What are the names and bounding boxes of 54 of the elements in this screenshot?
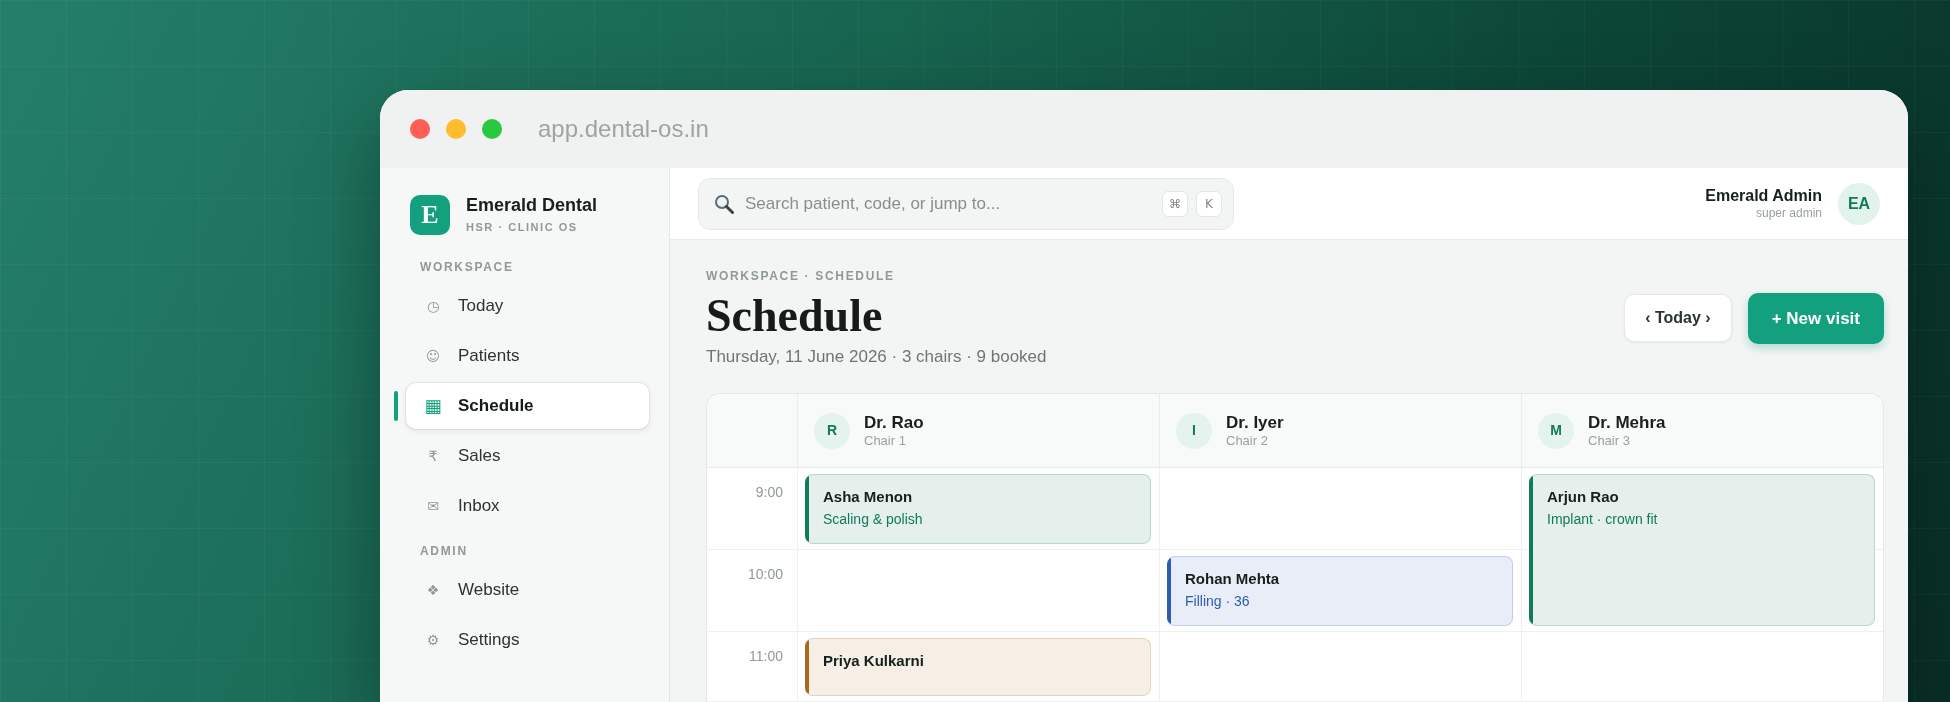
smiley-icon: ☺ [425,349,441,363]
clock-icon: ◷ [426,299,440,313]
doctor-name: Dr. Mehra [1588,411,1666,433]
procedure-label: Implant · crown fit [1547,510,1658,529]
patient-name: Rohan Mehta [1185,568,1280,589]
nav-item[interactable]: ▦ Schedule [406,383,649,429]
procedure-label: Scaling & polish [823,510,923,529]
time-label: 10:00 [747,565,783,582]
patient-name: Priya Kulkarni [823,650,924,671]
appointment-card[interactable]: Arjun Rao Implant · crown fit [1529,473,1875,626]
diamonds-icon: ❖ [426,583,440,597]
patient-name: Asha Menon [823,486,914,507]
user-name: Emerald Admin [1705,185,1822,206]
time-label: 11:00 [749,647,783,664]
user-role: super admin [1754,205,1822,222]
section-heading: WORKSPACE [420,259,515,275]
nav-item[interactable]: ◷ Today [406,283,649,329]
nav-item[interactable]: ☺ Patients [406,333,649,379]
patient-name: Arjun Rao [1547,486,1620,507]
section-heading: ADMIN [420,543,469,559]
procedure-label: Filling · 36 [1185,592,1251,611]
nav-item[interactable]: ⚙ Settings [406,617,649,663]
user-avatar[interactable]: EA [1838,182,1880,225]
shortcut-key: K [1196,190,1222,217]
chair-label: Chair 3 [1588,432,1631,450]
settings-icon: ⚙ [426,633,440,647]
nav-item[interactable]: ✉ Inbox [406,483,649,529]
chair-label: Chair 1 [864,432,907,450]
brand-logo: E [410,194,450,235]
minimize-button[interactable] [446,119,466,139]
empty-slot[interactable] [1521,631,1883,702]
maximize-button[interactable] [482,119,502,139]
appointment-card[interactable]: Priya Kulkarni [805,637,1151,696]
breadcrumb-text: WORKSPACE · SCHEDULE [706,268,896,284]
close-button[interactable] [410,119,430,139]
brand-tagline: HSR · CLINIC OS [466,219,579,235]
appointment-card[interactable]: Asha Menon Scaling & polish [805,473,1151,544]
shortcut-key: ⌘ [1162,190,1188,217]
appointment-card[interactable]: Rohan Mehta Filling · 36 [1167,555,1513,626]
active-indicator [394,391,398,421]
page-title: Schedule [706,290,884,343]
doctor-name: Dr. Iyer [1226,411,1284,433]
brand-name: Emerald Dental [466,194,598,217]
date-navigation-button[interactable]: ‹ Today › [1624,294,1732,343]
rupee-icon: ₹ [428,449,438,463]
chair-label: Chair 2 [1226,432,1269,450]
time-label: 9:00 [755,483,783,500]
envelope-icon: ✉ [427,499,439,513]
nav-item[interactable]: ❖ Website [406,567,649,613]
doctor-name: Dr. Rao [864,411,924,433]
nav-item[interactable]: ₹ Sales [406,433,649,479]
search-icon [714,193,734,214]
grid-icon: ▦ [424,397,442,415]
page-subtitle: Thursday, 11 June 2026 · 3 chairs · 9 booked [706,345,1047,368]
